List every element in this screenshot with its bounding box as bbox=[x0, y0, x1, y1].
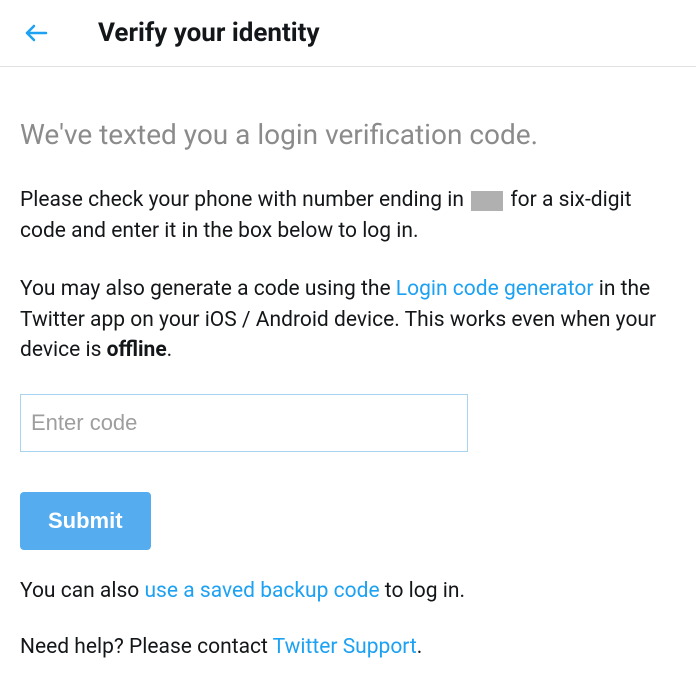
back-arrow-icon[interactable] bbox=[22, 21, 50, 45]
twitter-support-link[interactable]: Twitter Support bbox=[273, 635, 417, 659]
backup-code-text: You can also use a saved backup code to … bbox=[20, 576, 676, 606]
submit-button[interactable]: Submit bbox=[20, 492, 151, 550]
main-heading: We've texted you a login verification co… bbox=[20, 117, 676, 153]
backup-code-link[interactable]: use a saved backup code bbox=[144, 579, 379, 603]
help-part1: Need help? Please contact bbox=[20, 635, 273, 659]
login-code-generator-link[interactable]: Login code generator bbox=[396, 277, 594, 301]
backup-part2: to log in. bbox=[380, 579, 465, 603]
instruction-part1: Please check your phone with number endi… bbox=[20, 188, 469, 212]
instruction-text: Please check your phone with number endi… bbox=[20, 185, 676, 246]
generator-bold: offline bbox=[107, 338, 167, 362]
generator-text: You may also generate a code using the L… bbox=[20, 274, 676, 365]
verification-code-input[interactable] bbox=[20, 394, 468, 452]
backup-part1: You can also bbox=[20, 579, 144, 603]
redacted-phone-digits bbox=[471, 191, 503, 211]
page-title: Verify your identity bbox=[98, 18, 320, 48]
help-text: Need help? Please contact Twitter Suppor… bbox=[20, 632, 676, 662]
header: Verify your identity bbox=[0, 0, 696, 67]
help-part2: . bbox=[417, 635, 423, 659]
generator-part3: . bbox=[167, 338, 173, 362]
generator-part1: You may also generate a code using the bbox=[20, 277, 396, 301]
content-area: We've texted you a login verification co… bbox=[0, 117, 696, 662]
